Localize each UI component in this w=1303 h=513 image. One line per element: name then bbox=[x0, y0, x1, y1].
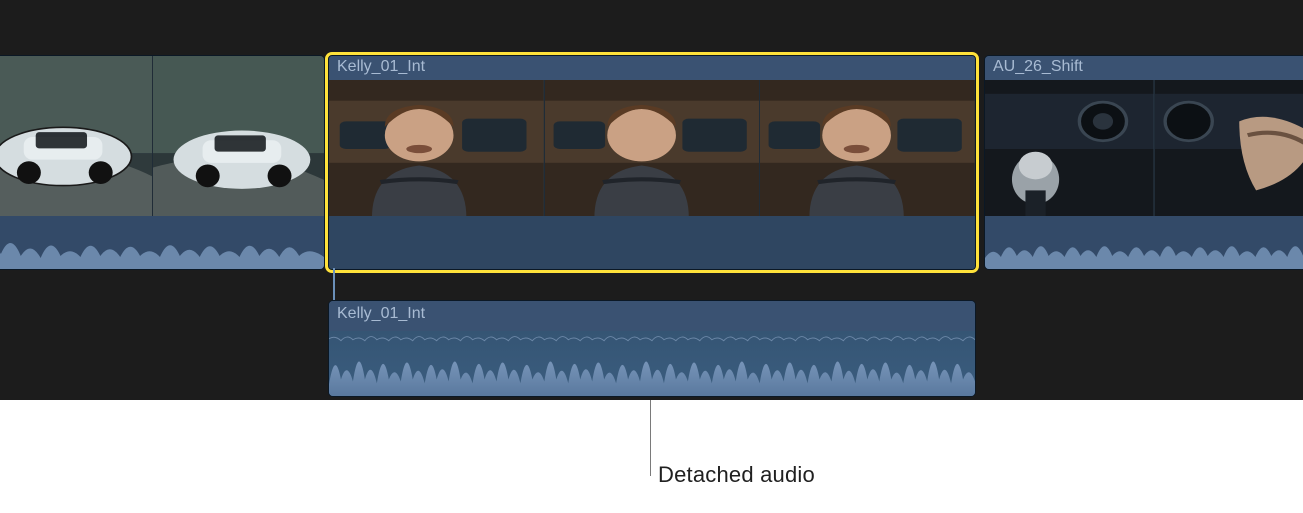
audio-clip-title: Kelly_01_Int bbox=[329, 301, 975, 331]
video-clip[interactable]: AU_26_Shift bbox=[984, 55, 1303, 270]
primary-storyline: Kelly_01_Int bbox=[0, 55, 1303, 270]
callout-leader-line bbox=[650, 400, 651, 476]
audio-waveform bbox=[329, 331, 975, 396]
video-clip-selected[interactable]: Kelly_01_Int bbox=[328, 55, 976, 270]
video-clip[interactable] bbox=[0, 55, 325, 270]
clip-thumbnails bbox=[329, 80, 975, 218]
stage: Kelly_01_Int bbox=[0, 0, 1303, 513]
clip-audio-strip-empty bbox=[329, 216, 975, 269]
timeline[interactable]: Kelly_01_Int bbox=[0, 0, 1303, 432]
connected-clips-lane: Kelly_01_Int bbox=[0, 300, 1303, 400]
clip-audio-strip bbox=[985, 216, 1303, 269]
annotation-area: Detached audio bbox=[0, 400, 1303, 513]
detached-audio-clip[interactable]: Kelly_01_Int bbox=[328, 300, 976, 397]
thumbnail-frame bbox=[152, 56, 324, 218]
clip-thumbnails bbox=[0, 56, 324, 218]
thumbnail-frame bbox=[0, 56, 152, 218]
clip-audio-strip bbox=[0, 216, 324, 269]
clip-title: Kelly_01_Int bbox=[329, 56, 975, 80]
thumbnail-frame bbox=[759, 80, 975, 218]
thumbnail-frame bbox=[544, 80, 760, 218]
clip-title: AU_26_Shift bbox=[985, 56, 1303, 80]
clip-thumbnails bbox=[985, 80, 1303, 218]
callout-label: Detached audio bbox=[658, 462, 815, 488]
thumbnail-frame bbox=[1154, 80, 1303, 218]
thumbnail-frame bbox=[329, 80, 544, 218]
thumbnail-frame bbox=[985, 80, 1154, 218]
